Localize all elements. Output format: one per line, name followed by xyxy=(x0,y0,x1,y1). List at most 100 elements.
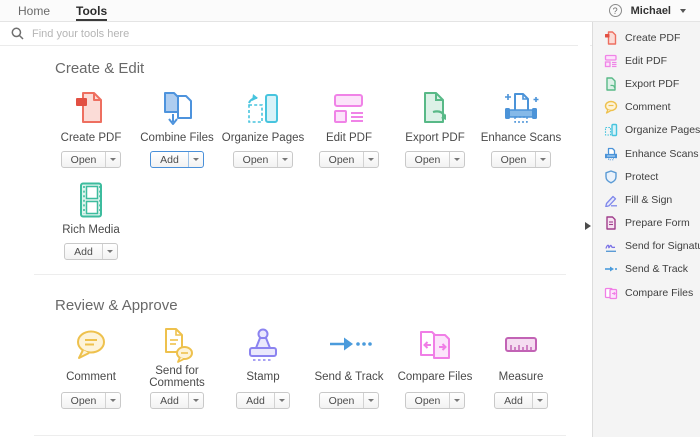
button-caret-icon[interactable] xyxy=(532,393,547,408)
button-caret-icon[interactable] xyxy=(535,152,550,167)
stamp-icon xyxy=(239,327,287,363)
tool-label: Combine Files xyxy=(140,127,214,149)
help-icon[interactable]: ? xyxy=(609,4,622,17)
button-caret-icon[interactable] xyxy=(105,152,120,167)
sidebar-item-label: Send & Track xyxy=(625,263,688,275)
sidebar-item-label: Fill & Sign xyxy=(625,194,672,206)
add-button[interactable]: Add xyxy=(494,392,548,409)
enhance-scans-icon xyxy=(604,147,618,161)
button-label[interactable]: Add xyxy=(151,152,188,167)
add-button[interactable]: Add xyxy=(64,243,118,260)
open-button[interactable]: Open xyxy=(319,151,380,168)
send-and-track-icon xyxy=(604,262,618,276)
tool-card-enhance-scans: Enhance Scans Open xyxy=(478,90,564,168)
button-label[interactable]: Open xyxy=(406,393,450,408)
tool-label: Create PDF xyxy=(61,127,122,149)
sidebar-item-create-pdf[interactable]: Create PDF xyxy=(593,26,700,49)
tool-label: Enhance Scans xyxy=(481,127,562,149)
button-caret-icon[interactable] xyxy=(105,393,120,408)
search-input[interactable] xyxy=(32,28,592,40)
tool-card-combine-files: Combine Files Add xyxy=(134,90,220,168)
open-button[interactable]: Open xyxy=(405,151,466,168)
sidebar-item-send-and-track[interactable]: Send & Track xyxy=(593,258,700,281)
sidebar-item-enhance-scans[interactable]: Enhance Scans xyxy=(593,142,700,165)
button-caret-icon[interactable] xyxy=(277,152,292,167)
button-label[interactable]: Open xyxy=(492,152,536,167)
tab-tools[interactable]: Tools xyxy=(76,0,107,21)
tools-sidebar: Create PDF Edit PDF Export PDF Comment xyxy=(592,22,700,437)
button-label[interactable]: Open xyxy=(320,152,364,167)
button-caret-icon[interactable] xyxy=(363,393,378,408)
button-label[interactable]: Add xyxy=(65,244,102,259)
tool-label: Stamp xyxy=(246,364,279,390)
open-button[interactable]: Open xyxy=(491,151,552,168)
open-button[interactable]: Open xyxy=(405,392,466,409)
sidebar-item-label: Comment xyxy=(625,101,671,113)
button-label[interactable]: Open xyxy=(320,393,364,408)
sidebar-item-label: Protect xyxy=(625,171,658,183)
edit-pdf-icon xyxy=(325,90,373,126)
button-caret-icon[interactable] xyxy=(188,393,203,408)
add-button[interactable]: Add xyxy=(150,392,204,409)
export-pdf-icon xyxy=(604,77,618,91)
button-label[interactable]: Open xyxy=(234,152,278,167)
button-label[interactable]: Add xyxy=(495,393,532,408)
sidebar-item-compare-files[interactable]: Compare Files xyxy=(593,281,700,304)
tool-card-send-and-track: Send & Track Open xyxy=(306,327,392,409)
button-label[interactable]: Open xyxy=(62,393,106,408)
tool-card-edit-pdf: Edit PDF Open xyxy=(306,90,392,168)
tool-grid: Comment Open Send for Comments xyxy=(48,327,568,423)
send-for-signature-icon xyxy=(604,239,618,253)
tool-label: Send for Comments xyxy=(134,364,220,390)
user-menu-label[interactable]: Michael xyxy=(631,5,671,17)
button-caret-icon[interactable] xyxy=(188,152,203,167)
comment-icon xyxy=(67,327,115,363)
user-menu-caret-icon[interactable] xyxy=(680,9,686,13)
add-button[interactable]: Add xyxy=(150,151,204,168)
sidebar-item-protect[interactable]: Protect xyxy=(593,165,700,188)
prepare-form-icon xyxy=(604,216,618,230)
button-label[interactable]: Add xyxy=(237,393,274,408)
sidebar-item-prepare-form[interactable]: Prepare Form xyxy=(593,212,700,235)
sidebar-item-send-for-signature[interactable]: Send for Signature xyxy=(593,235,700,258)
button-label[interactable]: Open xyxy=(62,152,106,167)
sidebar-item-label: Enhance Scans xyxy=(625,148,699,160)
button-label[interactable]: Add xyxy=(151,393,188,408)
button-label[interactable]: Open xyxy=(406,152,450,167)
sidebar-item-export-pdf[interactable]: Export PDF xyxy=(593,72,700,95)
sidebar-item-edit-pdf[interactable]: Edit PDF xyxy=(593,49,700,72)
tool-card-rich-media: Rich Media Add xyxy=(48,182,134,260)
add-button[interactable]: Add xyxy=(236,392,290,409)
tool-card-measure: Measure Add xyxy=(478,327,564,409)
sidebar-item-comment[interactable]: Comment xyxy=(593,96,700,119)
sidebar-item-fill-and-sign[interactable]: Fill & Sign xyxy=(593,188,700,211)
open-button[interactable]: Open xyxy=(61,151,122,168)
button-caret-icon[interactable] xyxy=(449,393,464,408)
button-caret-icon[interactable] xyxy=(102,244,117,259)
sidebar-item-organize-pages[interactable]: Organize Pages xyxy=(593,119,700,142)
enhance-scans-icon xyxy=(497,90,545,126)
section-title: Review & Approve xyxy=(48,297,566,314)
measure-icon xyxy=(497,327,545,363)
compare-files-icon xyxy=(604,286,618,300)
sidebar-item-label: Organize Pages xyxy=(625,124,700,136)
send-for-comments-icon xyxy=(153,327,201,363)
tool-label: Export PDF xyxy=(405,127,464,149)
button-caret-icon[interactable] xyxy=(449,152,464,167)
open-button[interactable]: Open xyxy=(233,151,294,168)
tool-card-compare-files: Compare Files Open xyxy=(392,327,478,409)
sidebar-item-label: Compare Files xyxy=(625,287,693,299)
button-caret-icon[interactable] xyxy=(363,152,378,167)
tab-home[interactable]: Home xyxy=(18,0,50,21)
create-pdf-icon xyxy=(67,90,115,126)
tools-search-bar xyxy=(0,22,592,46)
tool-label: Comment xyxy=(66,364,116,390)
sidebar-item-label: Create PDF xyxy=(625,32,680,44)
sidebar-collapse-handle-icon[interactable] xyxy=(585,222,591,230)
tool-label: Measure xyxy=(499,364,544,390)
compare-files-icon xyxy=(411,327,459,363)
open-button[interactable]: Open xyxy=(61,392,122,409)
export-pdf-icon xyxy=(411,90,459,126)
button-caret-icon[interactable] xyxy=(274,393,289,408)
open-button[interactable]: Open xyxy=(319,392,380,409)
